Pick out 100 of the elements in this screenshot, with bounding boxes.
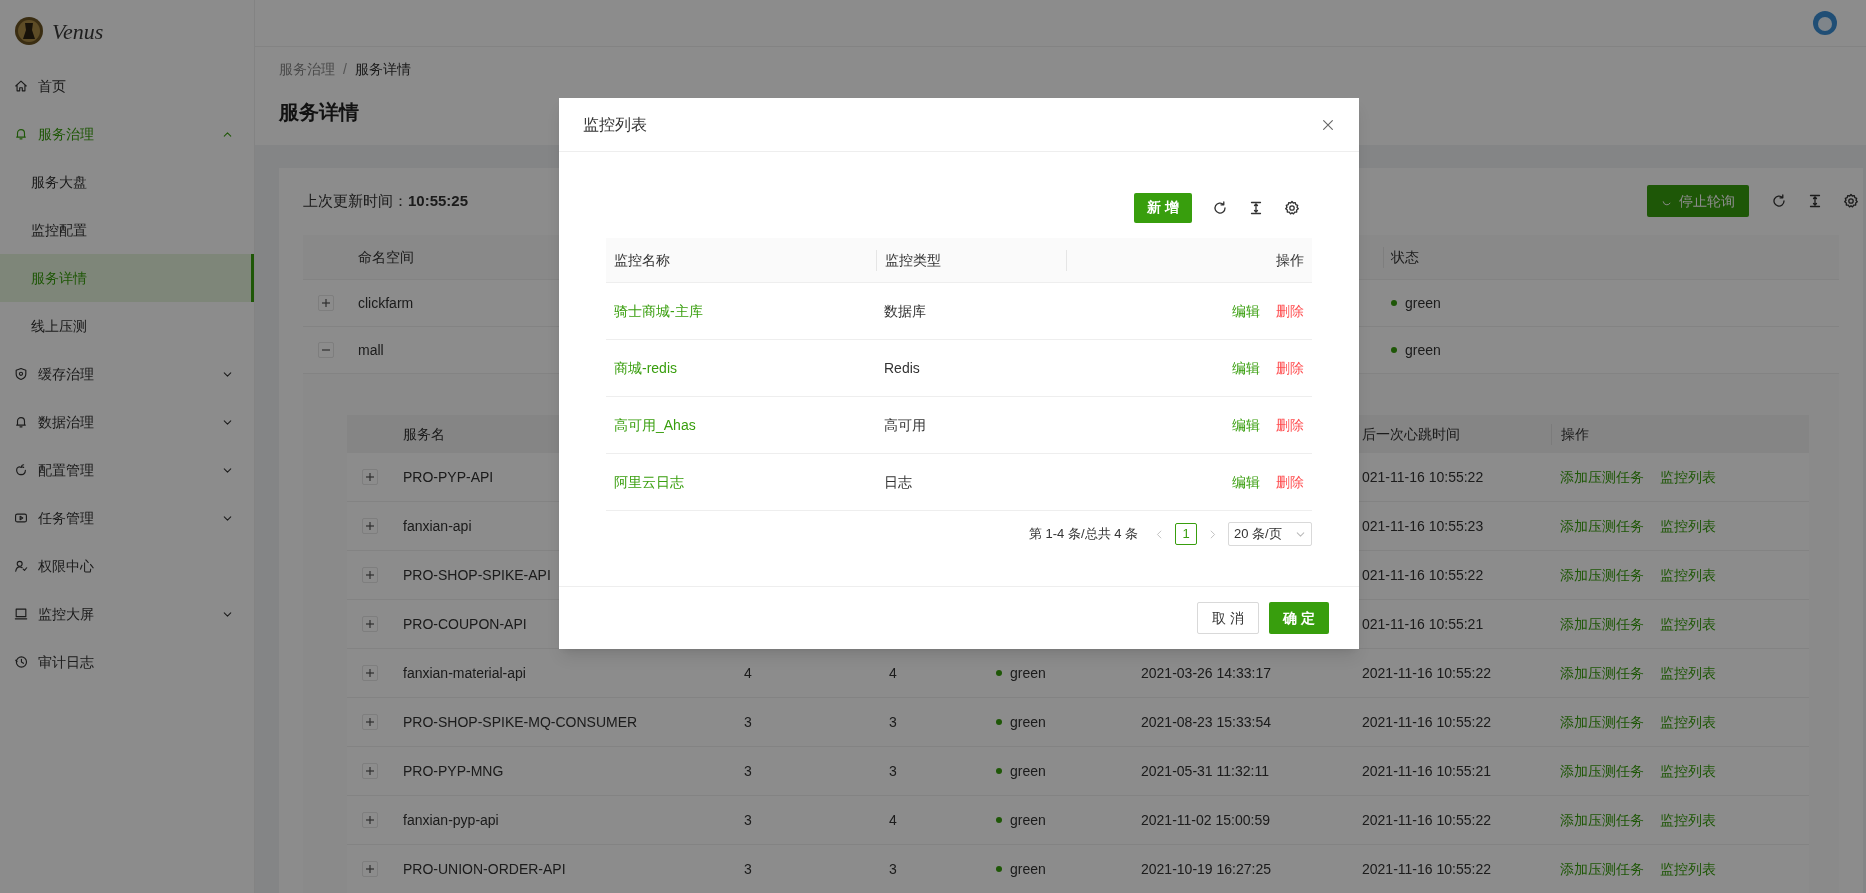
edit-link[interactable]: 编辑 <box>1232 471 1260 493</box>
delete-link[interactable]: 删除 <box>1276 357 1304 379</box>
monitor-name-link[interactable]: 阿里云日志 <box>606 471 684 493</box>
edit-link[interactable]: 编辑 <box>1232 300 1260 322</box>
page-size-select[interactable]: 20 条/页 <box>1228 522 1312 546</box>
expand-toggle[interactable] <box>362 469 378 485</box>
delete-link[interactable]: 删除 <box>1276 300 1304 322</box>
expand-toggle[interactable] <box>362 861 378 877</box>
action-link[interactable]: 监控列表 <box>1660 564 1716 586</box>
column-header: 命名空间 <box>358 247 414 267</box>
table-cell-text: 3 <box>888 712 897 732</box>
expand-toggle[interactable] <box>362 567 378 583</box>
expand-toggle[interactable] <box>362 812 378 828</box>
action-link[interactable]: 添加压测任务 <box>1560 564 1644 586</box>
expand-toggle[interactable] <box>362 665 378 681</box>
plus-icon <box>365 766 375 776</box>
sidebar-item[interactable]: 配置管理 <box>0 446 254 494</box>
avatar-icon[interactable] <box>1812 10 1838 36</box>
action-link[interactable]: 监控列表 <box>1660 760 1716 782</box>
delete-link[interactable]: 删除 <box>1276 414 1304 436</box>
plus-icon <box>365 521 375 531</box>
table-cell-text: clickfarm <box>358 293 414 313</box>
table-cell-text: 2021-11-16 10:55:22 <box>1361 810 1491 830</box>
action-link[interactable]: 监控列表 <box>1660 711 1716 733</box>
action-link[interactable]: 添加压测任务 <box>1560 662 1644 684</box>
status-cell: green <box>987 760 1132 782</box>
action-link[interactable]: 添加压测任务 <box>1560 466 1644 488</box>
cancel-button[interactable]: 取 消 <box>1197 602 1260 634</box>
expand-toggle[interactable] <box>362 714 378 730</box>
sidebar-item[interactable]: 权限中心 <box>0 542 254 590</box>
table-cell-text: 021-11-16 10:55:23 <box>1361 516 1484 536</box>
column-height-icon <box>1248 199 1264 216</box>
table-cell-text: 3 <box>743 761 752 781</box>
clock-icon <box>14 655 28 669</box>
sidebar-subitem[interactable]: 服务详情 <box>0 254 254 302</box>
close-icon[interactable] <box>1321 117 1335 132</box>
stop-polling-button[interactable]: 停止轮询 <box>1647 185 1749 217</box>
plus-icon <box>365 570 375 580</box>
refresh-icon <box>1771 193 1787 209</box>
column-header: 后一次心跳时间 <box>1361 424 1461 444</box>
action-link[interactable]: 添加压测任务 <box>1560 809 1644 831</box>
page-button[interactable]: 1 <box>1175 523 1197 545</box>
table-cell-text: 2021-11-02 15:00:59 <box>1140 810 1270 830</box>
monitor-name-link[interactable]: 高可用_Ahas <box>606 414 696 436</box>
table-cell-text: 2021-03-26 14:33:17 <box>1140 663 1271 683</box>
table-cell-text: mall <box>358 340 384 360</box>
shield-icon <box>14 367 28 381</box>
plus-icon <box>365 864 375 874</box>
table-cell-text: 4 <box>888 663 897 683</box>
expand-toggle[interactable] <box>362 616 378 632</box>
sidebar-item[interactable]: 任务管理 <box>0 494 254 542</box>
sidebar-item[interactable]: 数据治理 <box>0 398 254 446</box>
table-cell-text: 3 <box>743 712 752 732</box>
expand-toggle[interactable] <box>318 342 334 358</box>
status-cell: green <box>1383 292 1839 314</box>
action-link[interactable]: 添加压测任务 <box>1560 515 1644 537</box>
status-cell: green <box>987 662 1132 684</box>
delete-link[interactable]: 删除 <box>1276 471 1304 493</box>
sidebar-subitem[interactable]: 线上压测 <box>0 302 254 350</box>
ok-button[interactable]: 确 定 <box>1269 602 1329 634</box>
sidebar-item[interactable]: 审计日志 <box>0 638 254 686</box>
sidebar-item[interactable]: 服务治理 <box>0 110 254 158</box>
action-link[interactable]: 监控列表 <box>1660 466 1716 488</box>
expand-toggle[interactable] <box>318 295 334 311</box>
play-icon <box>14 511 28 525</box>
column-header: 服务名 <box>402 424 445 444</box>
page-title: 服务详情 <box>279 100 359 125</box>
add-button[interactable]: 新 增 <box>1134 192 1192 223</box>
users-icon <box>14 559 28 573</box>
sidebar-subitem[interactable]: 监控配置 <box>0 206 254 254</box>
sidebar-item[interactable]: 监控大屏 <box>0 590 254 638</box>
sidebar-subitem[interactable]: 服务大盘 <box>0 158 254 206</box>
table-cell-text: 2021-11-16 10:55:21 <box>1361 761 1491 781</box>
logo-emblem-icon <box>14 16 44 46</box>
action-link[interactable]: 监控列表 <box>1660 515 1716 537</box>
expand-toggle[interactable] <box>362 763 378 779</box>
table-cell-text: 4 <box>888 810 897 830</box>
expand-toggle[interactable] <box>362 518 378 534</box>
apple-icon <box>14 463 28 477</box>
sidebar-item[interactable]: 缓存治理 <box>0 350 254 398</box>
action-link[interactable]: 添加压测任务 <box>1560 760 1644 782</box>
action-link[interactable]: 添加压测任务 <box>1560 858 1644 880</box>
action-link[interactable]: 监控列表 <box>1660 662 1716 684</box>
action-link[interactable]: 监控列表 <box>1660 613 1716 635</box>
status-cell: green <box>1383 339 1839 361</box>
action-link[interactable]: 监控列表 <box>1660 809 1716 831</box>
action-link[interactable]: 添加压测任务 <box>1560 711 1644 733</box>
monitor-name-link[interactable]: 骑士商城-主库 <box>606 300 703 322</box>
plus-icon <box>365 717 375 727</box>
breadcrumb-item[interactable]: 服务治理 <box>279 58 335 80</box>
action-link[interactable]: 添加压测任务 <box>1560 613 1644 635</box>
table-cell-text: 日志 <box>883 472 912 492</box>
table-cell-text: 2021-08-23 15:33:54 <box>1140 712 1271 732</box>
sidebar-item[interactable]: 首页 <box>0 62 254 110</box>
edit-link[interactable]: 编辑 <box>1232 357 1260 379</box>
action-link[interactable]: 监控列表 <box>1660 858 1716 880</box>
monitor-name-link[interactable]: 商城-redis <box>606 357 677 379</box>
table-cell-text: 021-11-16 10:55:22 <box>1361 467 1484 487</box>
edit-link[interactable]: 编辑 <box>1232 414 1260 436</box>
table-cell-text: PRO-PYP-API <box>402 467 494 487</box>
